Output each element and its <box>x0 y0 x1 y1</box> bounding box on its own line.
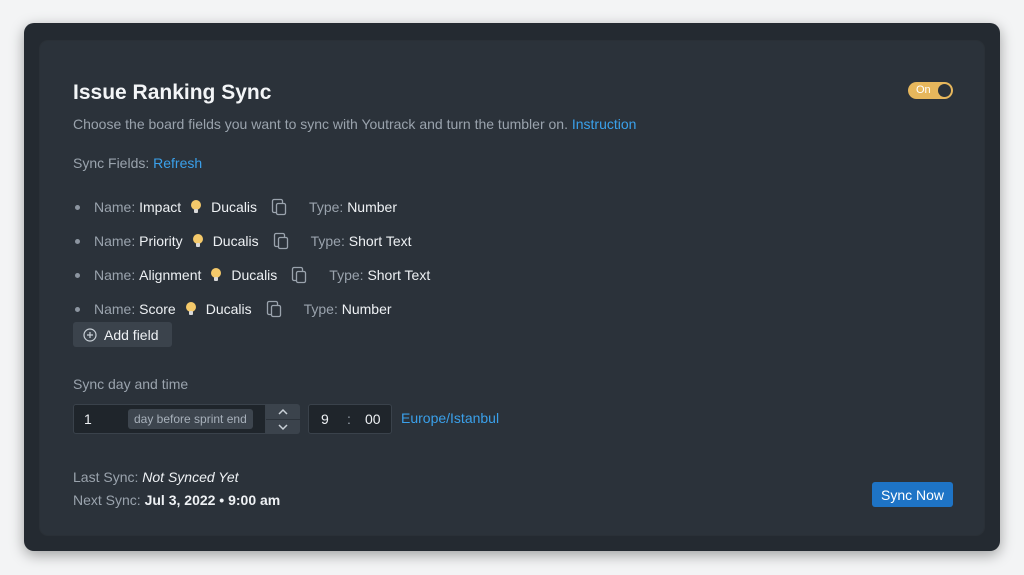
last-sync-label: Last Sync: <box>73 469 139 485</box>
day-input[interactable]: 1 day before sprint end <box>73 404 266 434</box>
field-type: Number <box>341 301 392 317</box>
chevron-down-icon <box>278 423 288 430</box>
sync-fields-label: Sync Fields: <box>73 155 150 171</box>
field-row: Name: Impact Ducalis Type: Number <box>73 197 397 217</box>
field-source: Ducalis <box>205 301 252 317</box>
field-row: Name: Priority Ducalis Type: Short Text <box>73 231 412 251</box>
settings-window: Issue Ranking Sync On Choose the board f… <box>24 23 1000 551</box>
toggle-knob <box>938 84 951 97</box>
sync-now-label: Sync Now <box>880 486 945 503</box>
add-field-label: Add field <box>104 326 159 343</box>
refresh-link[interactable]: Refresh <box>153 155 202 171</box>
bullet <box>75 238 80 244</box>
field-row: Name: Alignment Ducalis Type: Short Text <box>73 265 430 285</box>
sync-now-button[interactable]: Sync Now <box>872 482 953 507</box>
schedule-label: Sync day and time <box>73 376 189 392</box>
bulb-icon <box>211 268 222 281</box>
instruction-link[interactable]: Instruction <box>572 116 637 132</box>
day-value: 1 <box>84 411 92 427</box>
bullet <box>75 204 80 210</box>
minute-value[interactable]: 00 <box>365 411 381 427</box>
field-row: Name: Score Ducalis Type: Number <box>73 299 392 319</box>
copy-icon[interactable] <box>273 232 289 250</box>
type-label: Type: <box>303 301 338 317</box>
name-label: Name: <box>94 267 136 283</box>
sync-fields-header: Sync Fields: Refresh <box>73 155 202 171</box>
name-label: Name: <box>94 199 136 215</box>
name-label: Name: <box>94 301 136 317</box>
last-sync-value: Not Synced Yet <box>142 469 239 485</box>
bulb-icon <box>185 302 196 315</box>
sync-toggle[interactable]: On <box>908 82 953 99</box>
next-sync: Next Sync: Jul 3, 2022 • 9:00 am <box>73 492 280 508</box>
type-label: Type: <box>310 233 345 249</box>
sync-card: Issue Ranking Sync On Choose the board f… <box>40 41 984 535</box>
copy-icon[interactable] <box>266 300 282 318</box>
type-label: Type: <box>329 267 364 283</box>
field-source: Ducalis <box>231 267 278 283</box>
copy-icon[interactable] <box>291 266 307 284</box>
toggle-label: On <box>916 84 931 96</box>
field-source: Ducalis <box>211 199 258 215</box>
next-sync-label: Next Sync: <box>73 492 141 508</box>
type-label: Type: <box>309 199 344 215</box>
chevron-up-icon <box>278 408 288 415</box>
name-label: Name: <box>94 233 136 249</box>
hour-value[interactable]: 9 <box>321 411 329 427</box>
field-name: Impact <box>139 199 182 215</box>
bullet <box>75 272 80 278</box>
last-sync: Last Sync: Not Synced Yet <box>73 469 239 485</box>
time-separator: : <box>347 411 351 427</box>
field-name: Priority <box>139 233 183 249</box>
next-sync-value: Jul 3, 2022 • 9:00 am <box>144 492 281 508</box>
bullet <box>75 306 80 312</box>
bulb-icon <box>191 200 202 213</box>
step-up-button[interactable] <box>266 404 300 420</box>
field-name: Score <box>139 301 176 317</box>
description: Choose the board fields you want to sync… <box>73 116 636 132</box>
field-type: Short Text <box>367 267 431 283</box>
copy-icon[interactable] <box>271 198 287 216</box>
timezone-link[interactable]: Europe/Istanbul <box>401 410 499 426</box>
plus-circle-icon <box>83 327 97 342</box>
page-title: Issue Ranking Sync <box>73 81 272 104</box>
time-input[interactable]: 9 : 00 <box>308 404 392 434</box>
description-text: Choose the board fields you want to sync… <box>73 116 568 132</box>
add-field-button[interactable]: Add field <box>73 322 172 347</box>
field-name: Alignment <box>139 267 202 283</box>
day-stepper <box>266 404 300 434</box>
field-type: Short Text <box>348 233 412 249</box>
step-down-button[interactable] <box>266 419 300 434</box>
day-suffix: day before sprint end <box>128 409 253 429</box>
field-source: Ducalis <box>212 233 259 249</box>
field-type: Number <box>347 199 397 215</box>
bulb-icon <box>192 234 203 247</box>
